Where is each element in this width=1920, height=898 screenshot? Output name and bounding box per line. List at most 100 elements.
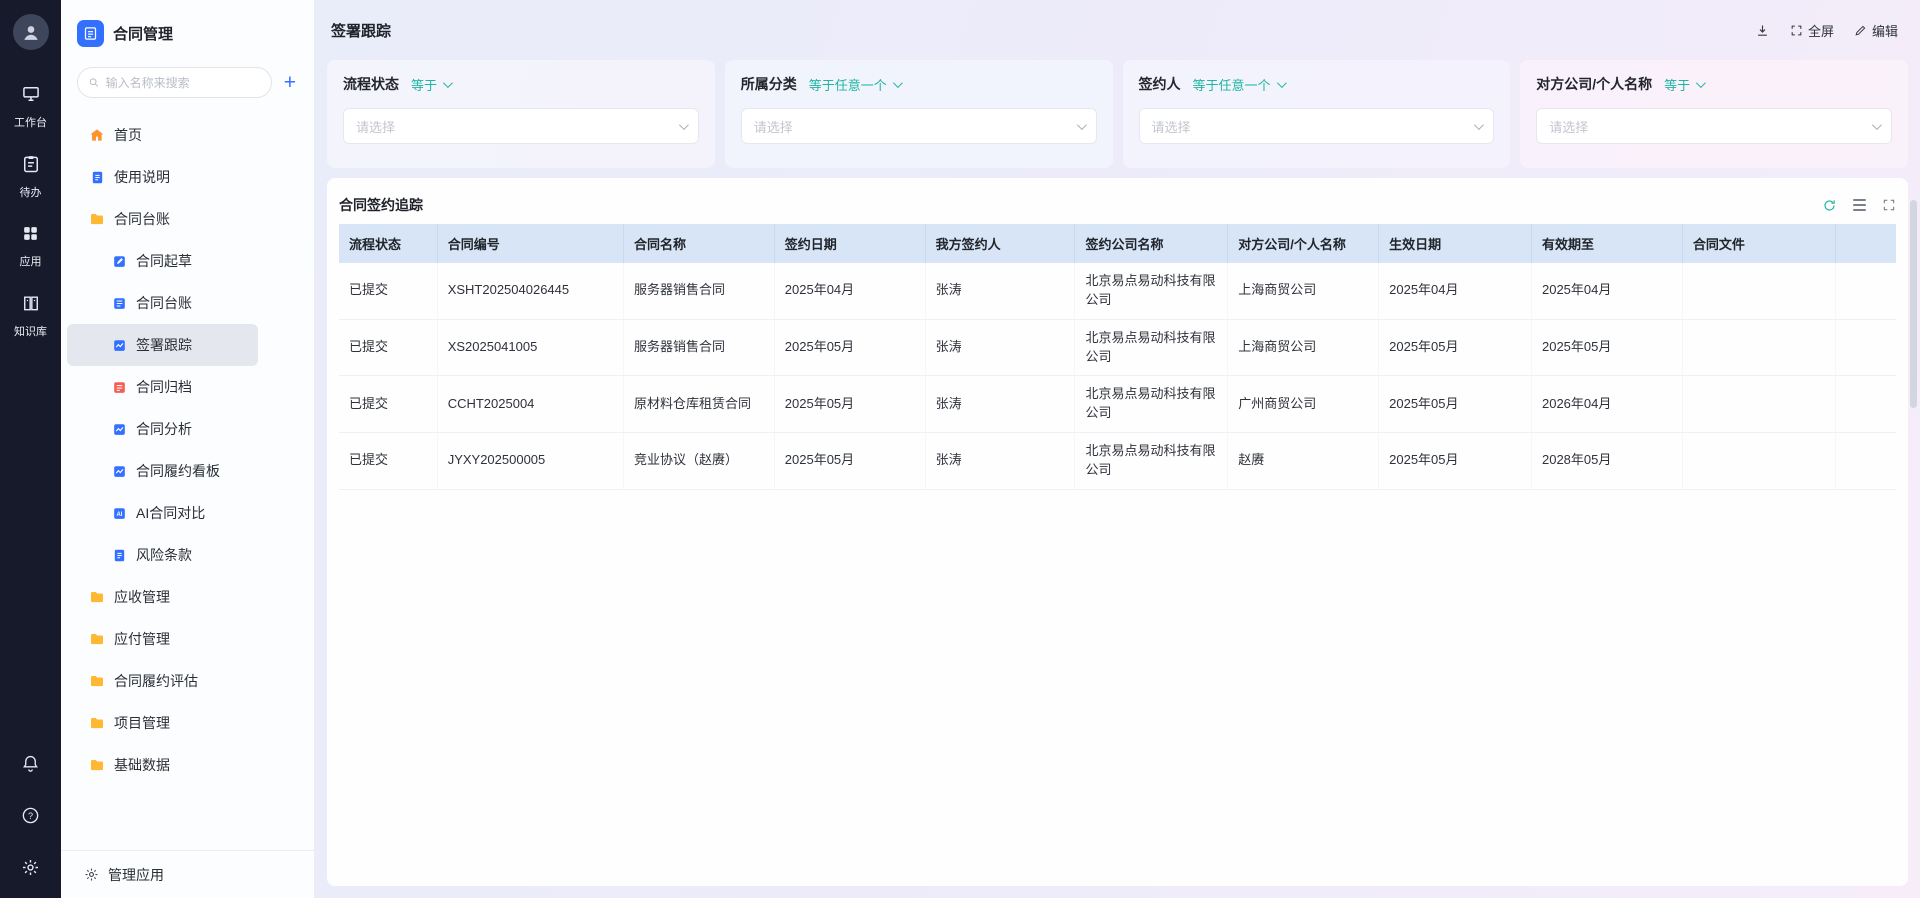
folder-icon [89, 589, 105, 605]
sidebar-item-sign-tracking[interactable]: 签署跟踪 [67, 324, 258, 366]
list-view-button[interactable] [1853, 199, 1866, 211]
sidebar-item-label: 使用说明 [114, 167, 170, 187]
table-cell: 北京易点易动科技有限公司 [1075, 376, 1228, 433]
sidebar-item-contract-draft[interactable]: 合同起草 [67, 240, 258, 282]
column-header[interactable]: 对方公司/个人名称 [1228, 224, 1379, 263]
sidebar-item-receivable-mgmt[interactable]: 应收管理 [67, 576, 258, 618]
sidebar-item-contract-ledger[interactable]: 合同台账 [67, 282, 258, 324]
column-header[interactable]: 合同文件 [1682, 224, 1835, 263]
gear-icon [21, 858, 40, 882]
column-header[interactable]: 签约日期 [774, 224, 925, 263]
sidebar-item-label: 应收管理 [114, 587, 170, 607]
table-cell: 已提交 [339, 263, 437, 319]
sidebar-item-performance-board[interactable]: 合同履约看板 [67, 450, 258, 492]
download-button[interactable] [1755, 23, 1770, 38]
column-header[interactable]: 我方签约人 [925, 224, 1075, 263]
table-title: 合同签约追踪 [339, 195, 423, 215]
manage-app-button[interactable]: 管理应用 [61, 850, 314, 898]
column-header[interactable]: 合同名称 [623, 224, 774, 263]
filter-select[interactable]: 请选择 [343, 108, 699, 144]
filter-operator[interactable]: 等于 [411, 75, 450, 94]
expand-button[interactable] [1882, 198, 1896, 212]
user-avatar[interactable] [13, 14, 49, 50]
table-cell: JYXY202500005 [437, 433, 623, 490]
table-cell: 2025年05月 [1531, 319, 1682, 376]
column-header[interactable]: 合同编号 [437, 224, 623, 263]
filter-select[interactable]: 请选择 [1536, 108, 1892, 144]
sidebar-menu: 首页使用说明合同台账合同起草合同台账签署跟踪合同归档合同分析合同履约看板AIAI… [61, 108, 314, 850]
sidebar-item-payable-mgmt[interactable]: 应付管理 [67, 618, 258, 660]
sidebar-item-project-mgmt[interactable]: 项目管理 [67, 702, 258, 744]
sidebar-item-contract-analysis[interactable]: 合同分析 [67, 408, 258, 450]
fullscreen-icon [1790, 24, 1803, 37]
table-row[interactable]: 已提交XS2025041005服务器销售合同2025年05月张涛北京易点易动科技… [339, 319, 1896, 376]
filter-select[interactable]: 请选择 [741, 108, 1097, 144]
table-row[interactable]: 已提交XSHT202504026445服务器销售合同2025年04月张涛北京易点… [339, 263, 1896, 319]
sidebar-item-label: 合同履约评估 [114, 671, 198, 691]
sidebar-item-label: AI合同对比 [136, 503, 205, 523]
sidebar-item-base-data[interactable]: 基础数据 [67, 744, 258, 786]
filter-head: 流程状态等于 [343, 74, 699, 94]
sidebar-item-contract-archive[interactable]: 合同归档 [67, 366, 258, 408]
column-header[interactable]: 签约公司名称 [1075, 224, 1228, 263]
table-cell: 2025年04月 [1379, 263, 1532, 319]
search-input[interactable] [106, 76, 261, 90]
sidebar-item-home[interactable]: 首页 [67, 114, 258, 156]
rail-item-label: 应用 [20, 253, 42, 269]
rail-item-knowledge[interactable]: 知识库 [14, 293, 47, 339]
column-header[interactable]: 生效日期 [1379, 224, 1532, 263]
sidebar-item-label: 基础数据 [114, 755, 170, 775]
rail-settings-button[interactable] [21, 858, 40, 882]
search-box[interactable] [77, 67, 272, 98]
table-cell: 2025年05月 [774, 319, 925, 376]
table-cell [1682, 376, 1835, 433]
rail-item-todo[interactable]: 待办 [14, 154, 47, 200]
sidebar-item-contract-ledger-folder[interactable]: 合同台账 [67, 198, 258, 240]
filter-operator[interactable]: 等于任意一个 [809, 75, 900, 94]
filter-label: 所属分类 [741, 74, 797, 94]
column-header[interactable]: 流程状态 [339, 224, 437, 263]
refresh-button[interactable] [1822, 198, 1837, 213]
rail-item-label: 知识库 [14, 323, 47, 339]
edit-button[interactable]: 编辑 [1854, 21, 1898, 40]
rail-item-workbench[interactable]: 工作台 [14, 84, 47, 130]
column-header[interactable]: 有效期至 [1531, 224, 1682, 263]
table-row[interactable]: 已提交CCHT2025004原材料仓库租赁合同2025年05月张涛北京易点易动科… [339, 376, 1896, 433]
fullscreen-button[interactable]: 全屏 [1790, 21, 1834, 40]
filter-operator[interactable]: 等于任意一个 [1193, 75, 1284, 94]
rail-item-apps[interactable]: 应用 [14, 224, 47, 269]
folder-icon [89, 757, 105, 773]
folder-icon [89, 673, 105, 689]
rail-notifications-button[interactable] [21, 754, 40, 778]
table-cell: CCHT2025004 [437, 376, 623, 433]
scrollbar[interactable] [1910, 200, 1917, 408]
filter-label: 签约人 [1139, 74, 1181, 94]
sidebar-item-ai-compare[interactable]: AI AI合同对比 [67, 492, 258, 534]
sidebar-item-risk-terms[interactable]: 风险条款 [67, 534, 258, 576]
chart-blue-icon [111, 463, 127, 479]
svg-text:AI: AI [116, 512, 122, 518]
add-button[interactable]: + [284, 72, 296, 93]
table-body: 已提交XSHT202504026445服务器销售合同2025年04月张涛北京易点… [339, 263, 1896, 489]
sidebar-item-performance-eval[interactable]: 合同履约评估 [67, 660, 258, 702]
filter-operator[interactable]: 等于 [1664, 75, 1703, 94]
sidebar-item-label: 风险条款 [136, 545, 192, 565]
topbar: 签署跟踪 全屏 编辑 [315, 0, 1920, 60]
table-cell: 2025年05月 [1379, 319, 1532, 376]
table-row[interactable]: 已提交JYXY202500005竞业协议（赵赓）2025年05月张涛北京易点易动… [339, 433, 1896, 490]
filter-select[interactable]: 请选择 [1139, 108, 1495, 144]
bell-icon [21, 754, 40, 778]
table-cell: 2025年04月 [1531, 263, 1682, 319]
filter-select-placeholder: 请选择 [1152, 117, 1191, 136]
knowledge-icon [21, 293, 41, 318]
svg-text:?: ? [28, 811, 33, 821]
manage-app-label: 管理应用 [108, 865, 164, 885]
sidebar-item-usage-guide[interactable]: 使用说明 [67, 156, 258, 198]
download-icon [1755, 23, 1770, 38]
table-cell [1682, 319, 1835, 376]
table-cell: 张涛 [925, 376, 1075, 433]
column-header[interactable] [1835, 224, 1896, 263]
rail-help-button[interactable]: ? [21, 806, 40, 830]
table-cell [1835, 319, 1896, 376]
table-cell: 原材料仓库租赁合同 [623, 376, 774, 433]
